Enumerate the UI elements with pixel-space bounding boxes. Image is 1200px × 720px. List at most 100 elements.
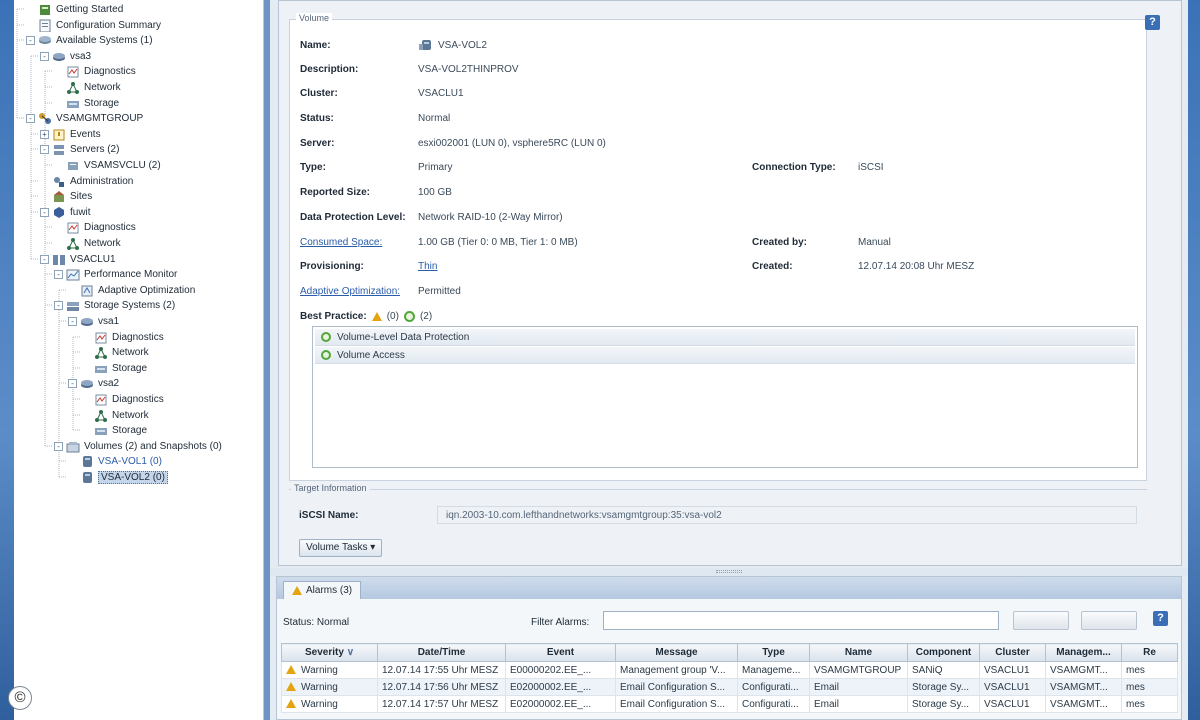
tree-item[interactable]: - fuwit (40, 204, 91, 220)
alarm-cell: VSACLU1 (979, 661, 1046, 679)
created-value: 12.07.14 20:08 Uhr MESZ (858, 261, 975, 272)
filter-alarms-input[interactable] (603, 611, 999, 630)
expand-toggle[interactable]: + (40, 129, 49, 139)
tree-item[interactable]: Diagnostics (82, 329, 164, 345)
column-header-type[interactable]: Type (737, 643, 810, 662)
collapse-toggle[interactable]: - (68, 378, 77, 388)
name-label: Name: (300, 40, 331, 51)
tree-item-label: VSACLU1 (70, 253, 116, 265)
tree-item[interactable]: Diagnostics (82, 391, 164, 407)
alarm-cell: mes (1121, 695, 1178, 713)
alarm-cell: E02000002.EE_... (505, 695, 616, 713)
best-practice-item[interactable]: Volume-Level Data Protection (315, 329, 1135, 346)
collapse-toggle[interactable]: - (68, 316, 77, 326)
collapse-toggle[interactable]: - (40, 144, 49, 154)
admin-icon (52, 175, 66, 188)
tree-item[interactable]: Network (82, 407, 149, 423)
tree-item[interactable]: Network (54, 235, 121, 251)
tree-item[interactable]: - VSAMGMTGROUP (26, 110, 143, 126)
help-icon[interactable]: ? (1145, 15, 1160, 30)
adaptive-optimization-link[interactable]: Adaptive Optimization: (300, 286, 400, 297)
alarm-row[interactable]: Warning 12.07.14 17:57 Uhr MESZ E02000002.… (281, 695, 1178, 713)
book-icon (38, 3, 52, 16)
description-value: VSA-VOL2THINPROV (418, 64, 519, 75)
collapse-toggle[interactable]: - (54, 269, 63, 279)
column-header-cluster[interactable]: Cluster (979, 643, 1046, 662)
tree-item[interactable]: - vsa1 (68, 313, 119, 329)
tree-item[interactable]: - Volumes (2) and Snapshots (0) (54, 438, 222, 454)
tree-item[interactable]: Diagnostics (54, 219, 136, 235)
column-header-name[interactable]: Name (809, 643, 908, 662)
diagnostics-icon (66, 65, 80, 78)
tree-item[interactable]: Network (82, 344, 149, 360)
splitter-grip[interactable] (716, 570, 742, 573)
adaptive-optimization-value: Permitted (418, 286, 461, 297)
volume-tasks-button[interactable]: Volume Tasks ▾ (299, 539, 383, 557)
provisioning-link[interactable]: Thin (418, 261, 437, 272)
tree-item[interactable]: - Available Systems (1) (26, 32, 153, 48)
tree-item[interactable]: Adaptive Optimization (68, 282, 195, 298)
panel-splitter[interactable] (270, 568, 1188, 576)
column-header-datetime[interactable]: Date/Time (377, 643, 506, 662)
collapse-toggle[interactable]: - (54, 300, 63, 310)
tree-item[interactable]: Storage (82, 422, 147, 438)
tree-item[interactable]: - vsa2 (68, 375, 119, 391)
tree-item[interactable]: VSA-VOL1 (0) (68, 453, 162, 469)
tree-item[interactable]: Diagnostics (54, 63, 136, 79)
collapse-toggle[interactable]: - (26, 35, 35, 45)
collapse-toggle[interactable]: - (26, 113, 35, 123)
cluster-label: Cluster: (300, 88, 338, 99)
storage-icon (94, 424, 108, 437)
iscsi-name-field[interactable]: iqn.2003-10.com.lefthandnetworks:vsamgmt… (437, 506, 1137, 524)
data-protection-value: Network RAID-10 (2-Way Mirror) (418, 212, 563, 223)
window-edge-right (1188, 0, 1200, 720)
tree-item[interactable]: VSAMSVCLU (2) (54, 157, 161, 173)
tab-alarms[interactable]: Alarms (3) (283, 581, 362, 599)
tree-item[interactable]: VSA-VOL2 (0) (68, 469, 168, 485)
collapse-toggle[interactable]: - (40, 207, 49, 217)
tree-item-label: Storage (112, 424, 148, 436)
collapse-toggle[interactable]: - (54, 441, 63, 451)
tree-item[interactable]: - Servers (2) (40, 141, 119, 157)
alarm-severity-cell: Warning (281, 678, 378, 696)
tree-item[interactable]: - Storage Systems (2) (54, 297, 175, 313)
tree-item[interactable]: Configuration Summary (26, 17, 161, 33)
navigation-tree[interactable]: Getting Started Configuration Summary - Ava… (14, 0, 264, 720)
alarm-cell: Management group 'V... (615, 661, 738, 679)
collapse-toggle[interactable]: - (40, 51, 49, 61)
tree-item[interactable]: + Events (40, 126, 101, 142)
column-header-severity[interactable]: Severity ∨ (281, 643, 378, 662)
reported-size-label: Reported Size: (300, 187, 371, 198)
column-header-message[interactable]: Message (615, 643, 738, 662)
tree-item[interactable]: - Performance Monitor (54, 266, 177, 282)
help-icon[interactable]: ? (1153, 611, 1168, 626)
ok-icon (403, 311, 415, 322)
column-header-re[interactable]: Re (1121, 643, 1178, 662)
alarm-row[interactable]: Warning 12.07.14 17:56 Uhr MESZ E02000002.… (281, 678, 1178, 696)
tree-item[interactable]: - vsa3 (40, 48, 91, 64)
best-practice-list[interactable]: Volume-Level Data Protection Volume Acce… (312, 326, 1138, 468)
consumed-space-link[interactable]: Consumed Space: (300, 237, 382, 248)
column-header-management-group[interactable]: Managem... (1045, 643, 1122, 662)
iscsi-name-label: iSCSI Name: (299, 510, 359, 521)
alarm-row[interactable]: Warning 12.07.14 17:55 Uhr MESZ E00000202.… (281, 661, 1178, 679)
tree-item[interactable]: - VSACLU1 (40, 251, 116, 267)
tree-item[interactable]: Network (54, 79, 121, 95)
tree-item[interactable]: Storage (54, 95, 119, 111)
tree-item[interactable]: Administration (40, 173, 133, 189)
alarm-action-button[interactable] (1081, 611, 1137, 630)
warning-icon (286, 699, 296, 709)
tree-item[interactable]: Getting Started (26, 1, 123, 17)
column-header-component[interactable]: Component (907, 643, 980, 662)
alarm-action-button[interactable] (1013, 611, 1069, 630)
collapse-toggle[interactable]: - (40, 254, 49, 264)
tree-item[interactable]: Sites (40, 188, 92, 204)
tree-item[interactable]: Storage (82, 360, 147, 376)
column-header-event[interactable]: Event (505, 643, 616, 662)
tree-item-label: Adaptive Optimization (98, 284, 196, 296)
alarm-cell: Email (809, 695, 908, 713)
best-practice-item[interactable]: Volume Access (315, 347, 1135, 364)
